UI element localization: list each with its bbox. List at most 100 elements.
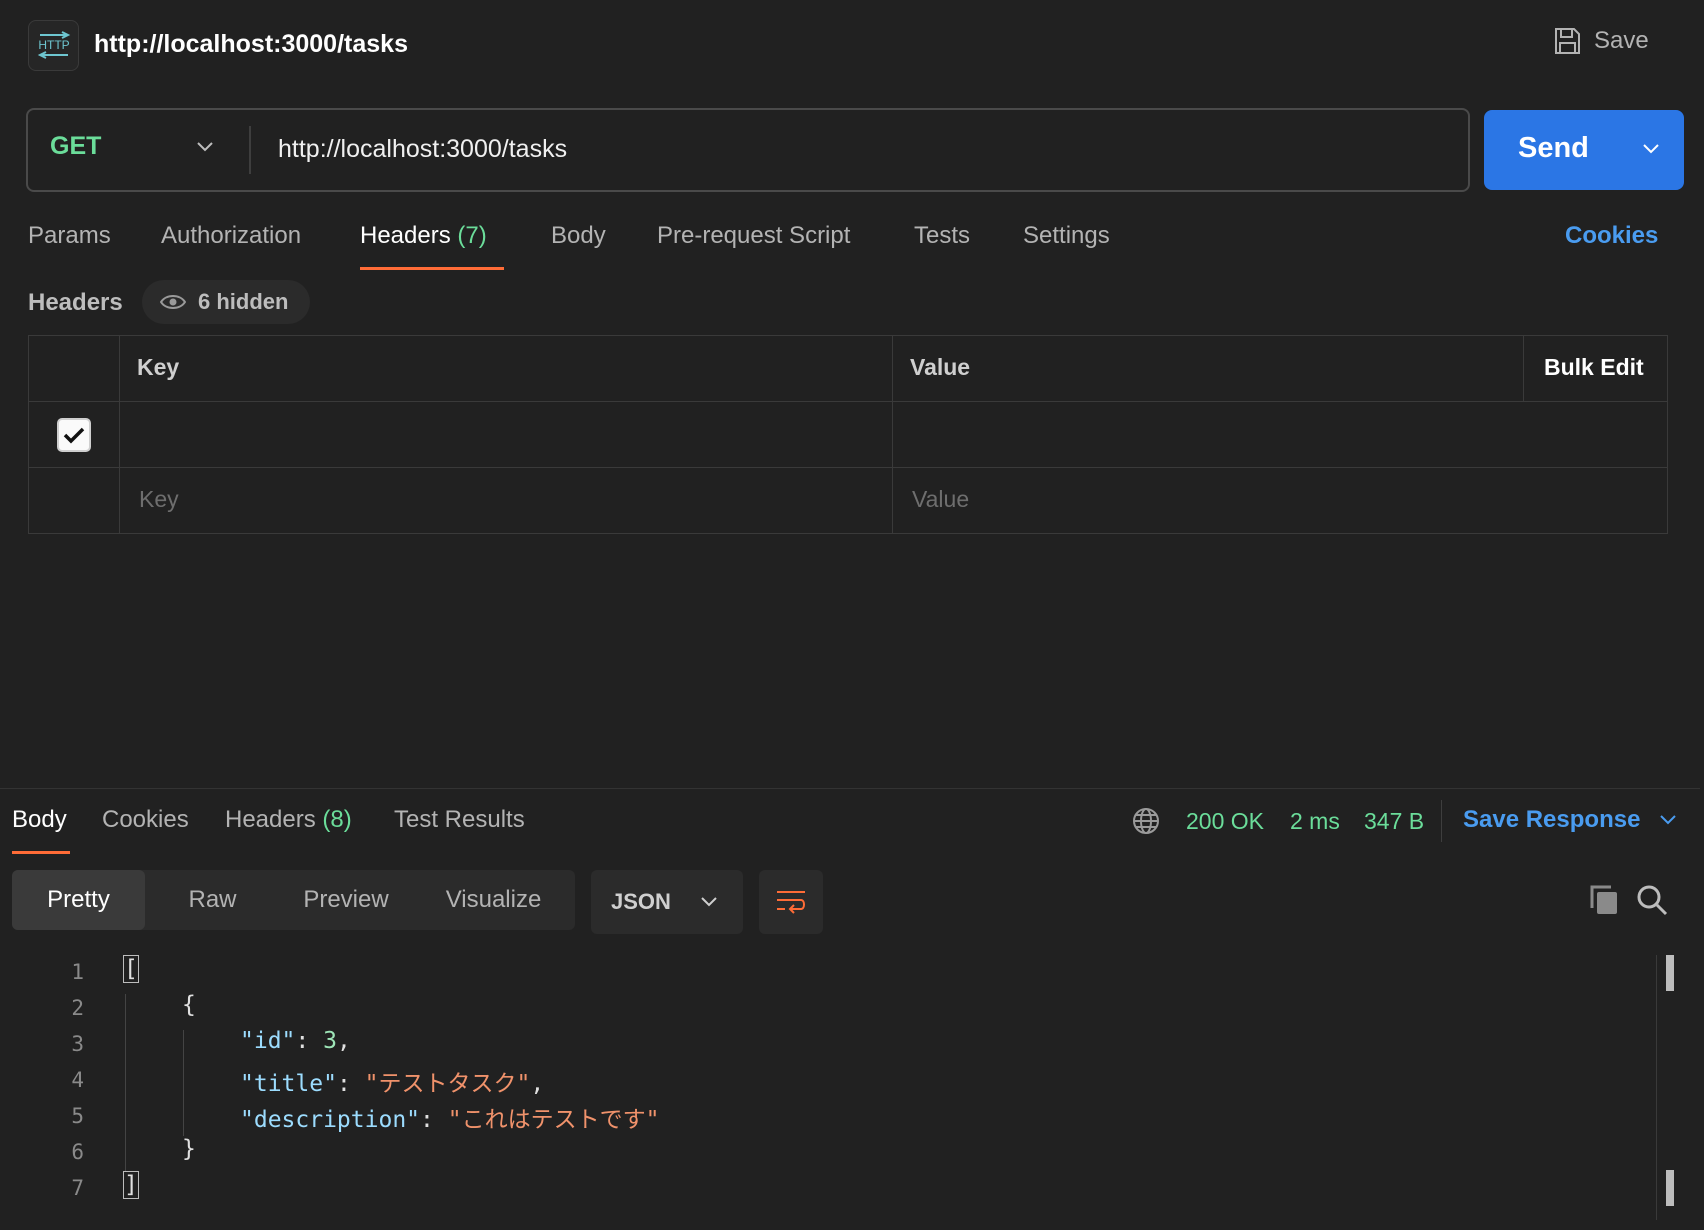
headers-table: Key Value Bulk Edit Key Value bbox=[28, 335, 1668, 534]
code-open-brace: { bbox=[182, 992, 196, 1018]
tab-label: Body bbox=[12, 806, 67, 833]
code-line-7: ] bbox=[123, 1171, 139, 1199]
response-size[interactable]: 347 B bbox=[1364, 808, 1424, 835]
header-value-cell[interactable] bbox=[893, 402, 1667, 468]
chevron-down-icon bbox=[701, 897, 717, 907]
tab-label: Headers bbox=[360, 222, 451, 249]
tab-settings[interactable]: Settings bbox=[1023, 222, 1110, 250]
line-number: 7 bbox=[71, 1176, 84, 1200]
json-number: 3 bbox=[323, 1028, 337, 1054]
active-response-tab-indicator bbox=[12, 851, 70, 854]
active-tab-indicator bbox=[360, 267, 504, 270]
save-button[interactable]: Save bbox=[1552, 26, 1649, 56]
tab-count: (8) bbox=[322, 806, 352, 833]
tab-body[interactable]: Body bbox=[551, 222, 606, 250]
code-line-3: "id": 3, bbox=[240, 1028, 351, 1054]
http-badge-text: HTTP bbox=[38, 38, 69, 52]
response-body-editor[interactable]: 1 2 3 4 5 6 7 [ { "id": 3, "title": "テスト… bbox=[0, 950, 1660, 1230]
cookies-link[interactable]: Cookies bbox=[1565, 222, 1658, 250]
globe-icon[interactable] bbox=[1131, 806, 1161, 836]
scroll-marker-top bbox=[1666, 955, 1674, 991]
new-key-input[interactable]: Key bbox=[120, 468, 893, 534]
checkbox-column-header bbox=[29, 336, 120, 402]
bulk-edit-button[interactable]: Bulk Edit bbox=[1524, 336, 1667, 402]
method-select[interactable]: GET bbox=[50, 132, 101, 161]
line-number: 1 bbox=[71, 960, 84, 984]
copy-icon[interactable] bbox=[1589, 884, 1619, 916]
request-title[interactable]: http://localhost:3000/tasks bbox=[94, 30, 408, 59]
tab-authorization[interactable]: Authorization bbox=[161, 222, 301, 250]
chevron-down-icon bbox=[1660, 815, 1677, 825]
new-value-input[interactable]: Value bbox=[893, 468, 1667, 534]
json-key: "title" bbox=[240, 1071, 337, 1097]
tab-label: Cookies bbox=[102, 806, 189, 833]
format-value: JSON bbox=[611, 889, 671, 914]
tab-pre-request-script[interactable]: Pre-request Script bbox=[657, 222, 850, 250]
code-close-bracket: ] bbox=[124, 1172, 138, 1198]
wrap-lines-icon bbox=[777, 891, 805, 914]
code-close-brace: } bbox=[182, 1136, 196, 1162]
code-line-6: } bbox=[182, 1136, 196, 1162]
response-time[interactable]: 2 ms bbox=[1290, 808, 1340, 835]
search-icon[interactable] bbox=[1636, 884, 1668, 916]
scroll-marker-bottom bbox=[1666, 1170, 1674, 1206]
indent-guide bbox=[125, 994, 126, 1172]
response-tab-headers[interactable]: Headers (8) bbox=[225, 806, 352, 834]
json-string: "テストタスク" bbox=[364, 1071, 531, 1097]
wrap-lines-button[interactable] bbox=[759, 870, 823, 934]
line-number: 6 bbox=[71, 1140, 84, 1164]
tab-label: Body bbox=[551, 222, 606, 249]
tab-label: Tests bbox=[914, 222, 971, 249]
tab-tests[interactable]: Tests bbox=[914, 222, 970, 250]
format-select[interactable]: JSON bbox=[591, 870, 743, 934]
send-label: Send bbox=[1518, 132, 1589, 164]
json-key: "description" bbox=[240, 1107, 421, 1133]
line-number: 2 bbox=[71, 996, 84, 1020]
view-pretty[interactable]: Pretty bbox=[12, 870, 145, 930]
send-button[interactable]: Send bbox=[1484, 110, 1684, 190]
url-bar: GET bbox=[26, 108, 1470, 192]
response-divider[interactable] bbox=[0, 788, 1700, 789]
url-divider bbox=[249, 126, 251, 174]
hidden-headers-toggle[interactable]: 6 hidden bbox=[142, 280, 310, 324]
view-raw[interactable]: Raw bbox=[145, 870, 280, 930]
status-code[interactable]: 200 OK bbox=[1186, 808, 1264, 835]
hidden-count: 6 hidden bbox=[198, 289, 289, 314]
line-number: 3 bbox=[71, 1032, 84, 1056]
chevron-down-icon[interactable] bbox=[194, 136, 216, 158]
status-separator bbox=[1441, 800, 1442, 842]
code-line-5: "description": "これはテストです" bbox=[240, 1107, 660, 1133]
editor-scrollbar[interactable] bbox=[1656, 955, 1657, 1220]
indent-guide bbox=[183, 1030, 184, 1136]
view-preview[interactable]: Preview bbox=[280, 870, 412, 930]
response-tab-body[interactable]: Body bbox=[12, 806, 67, 834]
response-tab-cookies[interactable]: Cookies bbox=[102, 806, 189, 834]
header-key-cell[interactable] bbox=[120, 402, 893, 468]
json-string: "これはテストです" bbox=[447, 1107, 660, 1133]
code-line-2: { bbox=[182, 992, 196, 1018]
tab-label: Test Results bbox=[394, 806, 525, 833]
tab-label: Headers bbox=[225, 806, 316, 833]
chevron-down-icon[interactable] bbox=[1640, 138, 1662, 160]
value-column-header: Value bbox=[893, 336, 1524, 402]
line-number: 4 bbox=[71, 1068, 84, 1092]
eye-icon bbox=[160, 295, 186, 309]
code-line-4: "title": "テストタスク", bbox=[240, 1071, 545, 1097]
tab-headers[interactable]: Headers (7) bbox=[360, 222, 487, 250]
json-key: "id" bbox=[240, 1028, 296, 1054]
response-tab-test-results[interactable]: Test Results bbox=[394, 806, 525, 834]
key-column-header: Key bbox=[120, 336, 893, 402]
tab-params[interactable]: Params bbox=[28, 222, 111, 250]
view-visualize[interactable]: Visualize bbox=[412, 870, 575, 930]
http-request-icon: HTTP bbox=[28, 20, 79, 71]
header-enabled-checkbox[interactable] bbox=[57, 417, 91, 452]
tab-label: Settings bbox=[1023, 222, 1110, 249]
table-row-checkbox-cell bbox=[29, 402, 120, 468]
code-open-bracket: [ bbox=[124, 956, 138, 982]
tab-label: Authorization bbox=[161, 222, 302, 249]
url-input[interactable] bbox=[278, 128, 1438, 170]
line-number: 5 bbox=[71, 1104, 84, 1128]
check-icon bbox=[63, 427, 85, 443]
save-icon bbox=[1555, 28, 1580, 54]
save-response-button[interactable]: Save Response bbox=[1463, 806, 1678, 834]
